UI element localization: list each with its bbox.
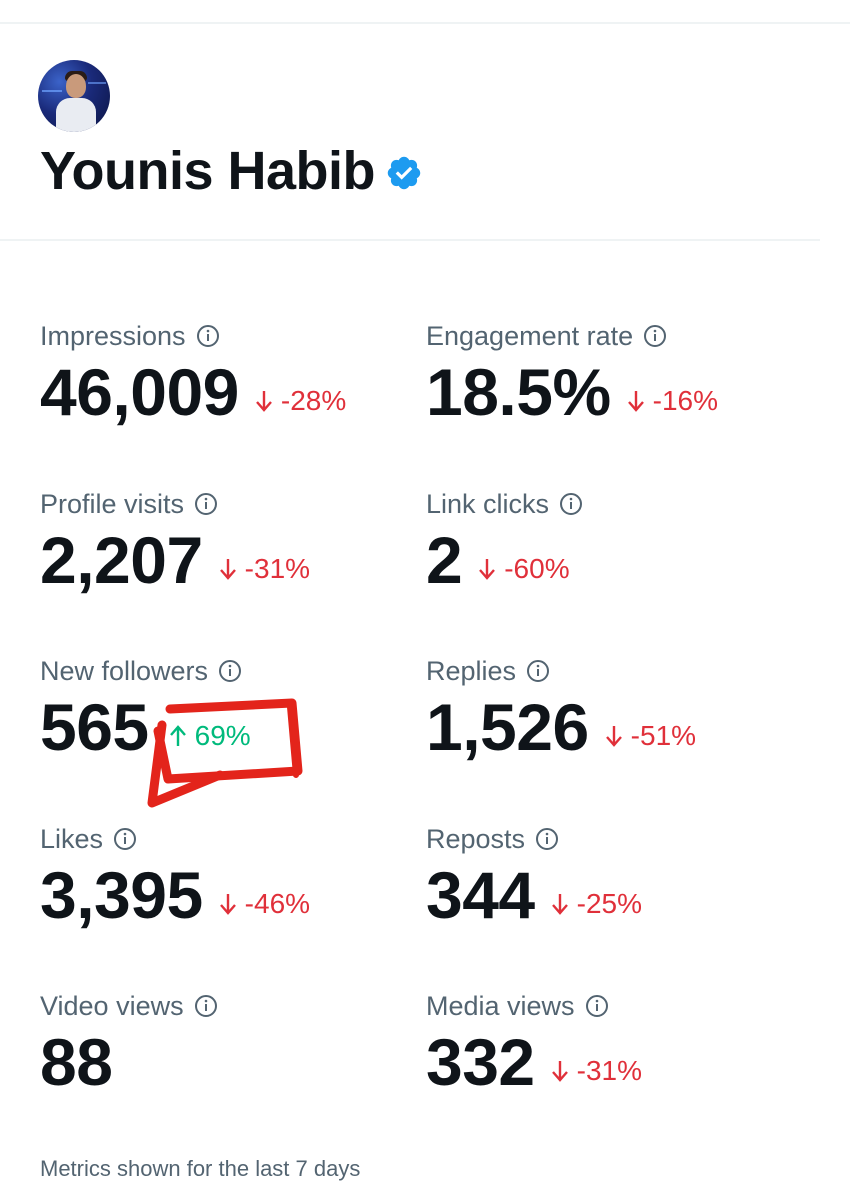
arrow-down-icon (605, 726, 622, 747)
metric-value: 565 (40, 690, 149, 764)
verified-badge-icon (387, 156, 421, 190)
info-icon[interactable] (218, 659, 242, 683)
info-icon[interactable] (559, 492, 583, 516)
metrics-period-note: Metrics shown for the last 7 days (40, 1156, 361, 1181)
arrow-up-icon (169, 725, 186, 746)
info-icon[interactable] (585, 994, 609, 1018)
info-icon[interactable] (194, 994, 218, 1018)
info-icon[interactable] (113, 827, 137, 851)
metric-label: Video views (40, 990, 184, 1021)
metric-change: -51% (605, 720, 696, 752)
metric-change: -25% (551, 888, 642, 920)
avatar[interactable] (38, 60, 110, 132)
arrow-down-icon (627, 391, 644, 412)
info-icon[interactable] (643, 324, 667, 348)
metric-label: Media views (426, 990, 575, 1021)
arrow-down-icon (255, 391, 272, 412)
metric-profile-visits[interactable]: Profile visits 2,207 -31% (40, 486, 430, 597)
info-icon[interactable] (526, 659, 550, 683)
metric-change: -31% (551, 1055, 642, 1087)
metric-value: 344 (426, 858, 535, 932)
info-icon[interactable] (194, 492, 218, 516)
top-divider (0, 22, 850, 24)
section-divider (0, 239, 820, 241)
profile-name: Younis Habib (40, 141, 376, 201)
metric-label: Link clicks (426, 488, 550, 519)
metric-change: -16% (627, 385, 718, 417)
metric-value: 332 (426, 1025, 535, 1099)
metric-value: 1,526 (426, 690, 589, 764)
metric-value: 88 (40, 1025, 113, 1099)
metric-label: Impressions (40, 320, 186, 351)
metric-label: Profile visits (40, 488, 185, 519)
arrow-down-icon (219, 559, 236, 580)
metric-label: Likes (40, 823, 104, 854)
metric-media-views[interactable]: Media views 332 -31% (426, 988, 816, 1099)
metric-likes[interactable]: Likes 3,395 -46% (40, 821, 430, 932)
arrow-down-icon (479, 559, 496, 580)
metric-change: 69% (169, 720, 251, 752)
metric-change: -28% (255, 385, 346, 417)
profile-header: Younis Habib (40, 140, 423, 202)
metric-change: -31% (219, 553, 310, 585)
metric-new-followers[interactable]: New followers 565 69% (40, 653, 430, 764)
arrow-down-icon (219, 894, 236, 915)
metric-engagement-rate[interactable]: Engagement rate 18.5% -16% (426, 318, 816, 429)
arrow-down-icon (551, 894, 568, 915)
metric-value: 46,009 (40, 355, 239, 429)
info-icon[interactable] (196, 324, 220, 348)
metric-label: New followers (40, 655, 209, 686)
metric-link-clicks[interactable]: Link clicks 2 -60% (426, 486, 816, 596)
metric-value: 2,207 (40, 523, 203, 597)
metric-reposts[interactable]: Reposts 344 -25% (426, 821, 816, 932)
metric-replies[interactable]: Replies 1,526 -51% (426, 653, 816, 764)
metric-value: 18.5% (426, 355, 611, 429)
arrow-down-icon (551, 1061, 568, 1082)
metric-label: Replies (426, 655, 517, 686)
metric-value: 2 (426, 523, 463, 597)
metric-change: -46% (219, 888, 310, 920)
metric-change: -60% (478, 553, 570, 585)
info-icon[interactable] (535, 827, 559, 851)
metric-value: 3,395 (40, 858, 203, 932)
metric-video-views[interactable]: Video views 88 (40, 988, 430, 1098)
metric-label: Engagement rate (426, 320, 634, 351)
metric-impressions[interactable]: Impressions 46,009 -28% (40, 318, 430, 429)
metric-label: Reposts (426, 823, 526, 854)
